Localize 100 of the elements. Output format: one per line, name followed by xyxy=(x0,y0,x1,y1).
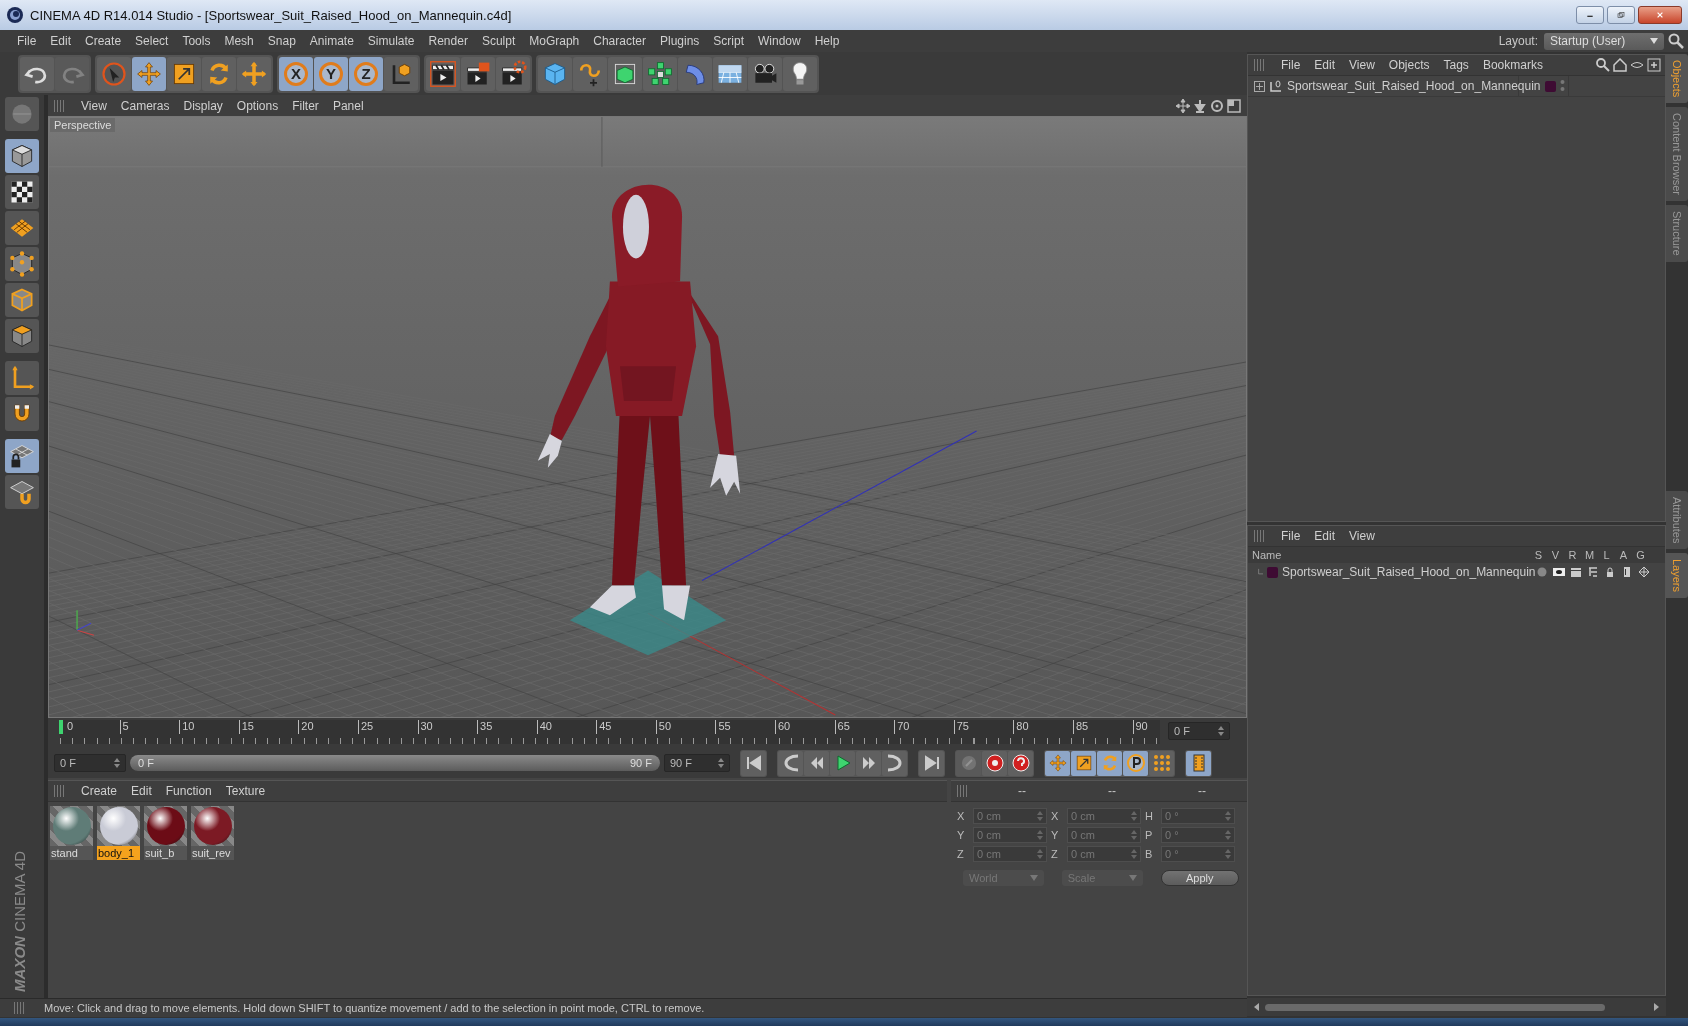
axis-lock-button[interactable]: X xyxy=(279,56,313,91)
render-settings-button[interactable] xyxy=(496,56,530,91)
playhead-marker[interactable] xyxy=(59,720,63,734)
move-tool-button[interactable] xyxy=(132,56,166,91)
go-to-start-button[interactable] xyxy=(741,750,766,776)
menu-item[interactable]: Tags xyxy=(1436,58,1476,72)
previous-key-button[interactable] xyxy=(778,750,803,776)
menu-item[interactable]: Tools xyxy=(175,34,218,48)
cube-object-button[interactable] xyxy=(538,56,572,91)
side-tab[interactable]: Objects xyxy=(1666,54,1688,104)
material-thumbnail[interactable]: suit_rev xyxy=(191,806,234,860)
minimize-button[interactable] xyxy=(1576,6,1604,24)
material-thumbnail[interactable]: suit_b xyxy=(144,806,187,860)
menu-item[interactable]: Plugins xyxy=(652,34,707,48)
menu-item[interactable]: Help xyxy=(807,34,847,48)
menu-item[interactable]: Edit xyxy=(1307,58,1343,72)
light-object-button[interactable] xyxy=(783,56,817,91)
menu-item[interactable]: Objects xyxy=(1381,58,1437,72)
object-row[interactable]: Sportswear_Suit_Raised_Hood_on_Mannequin xyxy=(1248,76,1665,97)
scale-tool-button[interactable] xyxy=(167,56,201,91)
locked-workplane-button[interactable] xyxy=(5,439,39,473)
menu-item[interactable]: Character xyxy=(586,34,653,48)
timeline-ruler[interactable]: 0 5 10 15 20 25 30 35 40 45 50 55 60 65 70 75 80 85 90 xyxy=(60,720,1160,744)
next-key-button[interactable] xyxy=(882,750,907,776)
menu-item[interactable]: Select xyxy=(128,34,176,48)
menu-item[interactable]: Function xyxy=(158,784,219,798)
next-frame-button[interactable] xyxy=(856,750,881,776)
menu-item[interactable]: View xyxy=(1342,58,1382,72)
subdivision-surface-button[interactable] xyxy=(608,56,642,91)
menu-item[interactable]: View xyxy=(74,98,114,113)
play-button[interactable] xyxy=(830,750,855,776)
axis-mode-button[interactable] xyxy=(5,361,39,395)
parameter-key-button[interactable] xyxy=(1123,750,1148,776)
edges-mode-button[interactable] xyxy=(5,283,39,317)
cloner-button[interactable] xyxy=(643,56,677,91)
menu-item[interactable]: Panel xyxy=(325,98,371,113)
menu-item[interactable]: Sculpt xyxy=(474,34,523,48)
timeline-button[interactable] xyxy=(1186,750,1211,776)
menu-item[interactable]: Filter xyxy=(285,98,326,113)
apply-button[interactable]: Apply xyxy=(1160,870,1239,886)
workplane-mode-button[interactable] xyxy=(5,211,39,245)
coordinate-system-button[interactable] xyxy=(384,56,418,91)
menu-item[interactable]: Create xyxy=(74,784,125,798)
axis-lock-button[interactable]: Y xyxy=(314,56,348,91)
menu-item[interactable]: Snap xyxy=(260,34,303,48)
menu-item[interactable]: Edit xyxy=(43,34,79,48)
menu-item[interactable]: Edit xyxy=(1307,529,1343,543)
record-active-objects-button[interactable] xyxy=(982,750,1007,776)
menu-item[interactable]: File xyxy=(1274,529,1308,543)
previous-frame-button[interactable] xyxy=(804,750,829,776)
menu-item[interactable]: Bookmarks xyxy=(1475,58,1550,72)
texture-mode-button[interactable] xyxy=(5,175,39,209)
menu-item[interactable]: Texture xyxy=(218,784,273,798)
material-thumbnail[interactable]: body_1 xyxy=(97,806,140,860)
current-frame-field[interactable]: 0 F xyxy=(1168,722,1230,740)
menu-item[interactable]: Simulate xyxy=(360,34,422,48)
close-button[interactable] xyxy=(1638,6,1682,24)
menu-item[interactable]: View xyxy=(1342,529,1382,543)
menu-item[interactable]: Options xyxy=(229,98,286,113)
menu-item[interactable]: File xyxy=(1274,58,1308,72)
menu-item[interactable]: Cameras xyxy=(113,98,177,113)
end-frame-field[interactable]: 90 F xyxy=(664,754,730,772)
undo-button[interactable] xyxy=(20,56,54,91)
rotate-tool-button[interactable] xyxy=(202,56,236,91)
menu-item[interactable]: Edit xyxy=(124,784,159,798)
spline-pen-button[interactable] xyxy=(573,56,607,91)
scrollbar-thumb[interactable] xyxy=(1265,1003,1605,1011)
model-mode-button[interactable] xyxy=(5,139,39,173)
rotate-key-button[interactable] xyxy=(1097,750,1122,776)
floor-object-button[interactable] xyxy=(713,56,747,91)
snap-button[interactable] xyxy=(5,475,39,509)
axis-lock-button[interactable]: Z xyxy=(349,56,383,91)
menu-item[interactable]: Script xyxy=(706,34,751,48)
layer-row[interactable]: Sportswear_Suit_Raised_Hood_on_Mannequin xyxy=(1248,563,1665,581)
points-mode-button[interactable] xyxy=(5,247,39,281)
live-selection-button[interactable] xyxy=(237,56,271,91)
render-view-button[interactable] xyxy=(426,56,460,91)
menu-item[interactable]: Window xyxy=(751,34,808,48)
horizontal-scrollbar[interactable] xyxy=(1247,998,1666,1016)
camera-object-button[interactable] xyxy=(748,56,782,91)
scale-key-button[interactable] xyxy=(1071,750,1096,776)
menu-item[interactable]: Render xyxy=(421,34,475,48)
move-key-button[interactable] xyxy=(1045,750,1070,776)
menu-item[interactable]: Mesh xyxy=(217,34,261,48)
bend-deformer-button[interactable] xyxy=(678,56,712,91)
menu-item[interactable]: Animate xyxy=(302,34,361,48)
render-picture-button[interactable] xyxy=(461,56,495,91)
menu-item[interactable]: Display xyxy=(176,98,230,113)
frame-range-bar[interactable]: 0 F 90 F xyxy=(130,755,660,771)
material-thumbnail[interactable]: stand xyxy=(50,806,93,860)
autokeying-button[interactable] xyxy=(1008,750,1033,776)
restore-button[interactable] xyxy=(1607,6,1635,24)
side-tab[interactable]: Layers xyxy=(1666,552,1688,598)
go-to-end-button[interactable] xyxy=(919,750,944,776)
pla-key-button[interactable] xyxy=(1149,750,1174,776)
layout-dropdown[interactable]: Startup (User) xyxy=(1544,32,1664,50)
start-frame-field[interactable]: 0 F xyxy=(54,754,126,772)
polygons-mode-button[interactable] xyxy=(5,319,39,353)
menu-item[interactable]: File xyxy=(10,34,44,48)
select-tool-button[interactable] xyxy=(97,56,131,91)
